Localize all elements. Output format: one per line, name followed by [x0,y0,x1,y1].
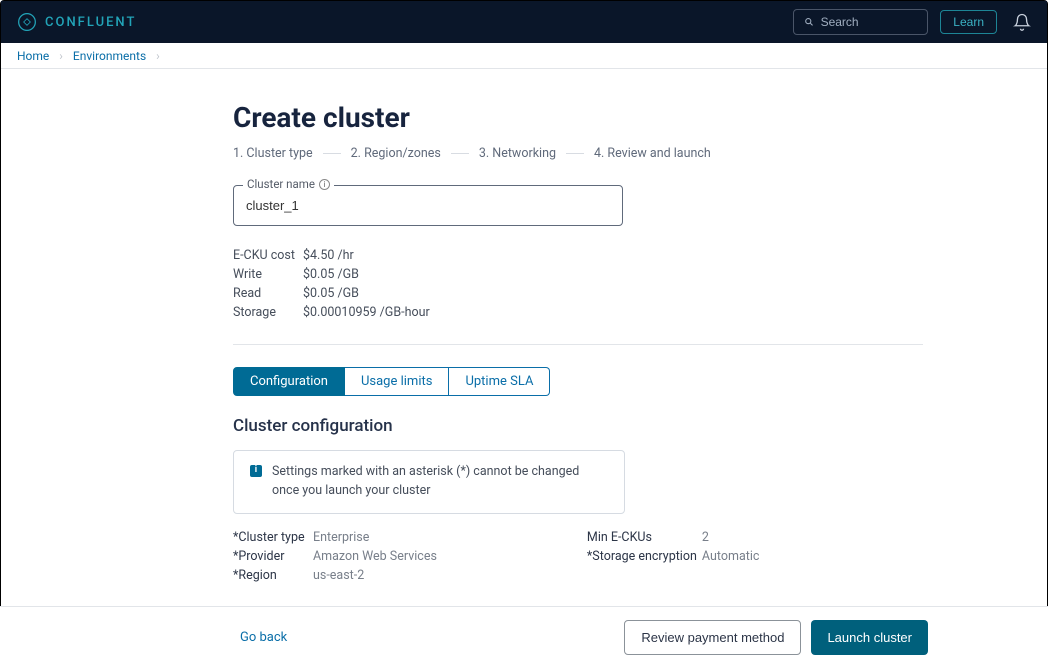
notifications-icon[interactable] [1013,13,1031,31]
search-input[interactable] [821,15,918,29]
config-provider-key: *Provider [233,549,313,564]
step-region-zones: 2. Region/zones [351,146,441,161]
footer-bar: Go back Review payment method Launch clu… [0,606,1048,668]
confluent-logo-icon [17,12,37,32]
config-grid: *Cluster type Enterprise *Provider Amazo… [233,530,933,587]
page-title: Create cluster [233,101,933,134]
config-cluster-type-val: Enterprise [313,530,369,545]
go-back-link[interactable]: Go back [240,630,287,645]
cluster-name-field: Cluster name i [233,185,623,226]
config-tabs: Configuration Usage limits Uptime SLA [233,367,933,396]
step-networking: 3. Networking [479,146,556,161]
step-separator [566,153,584,154]
info-banner: i Settings marked with an asterisk (*) c… [233,450,625,514]
config-cluster-type-key: *Cluster type [233,530,313,545]
cost-storage-label: Storage [233,305,303,320]
brand-name: CONFLUENT [45,15,136,30]
breadcrumb-home[interactable]: Home [17,49,49,63]
cost-read-label: Read [233,286,303,301]
step-cluster-type: 1. Cluster type [233,146,313,161]
tab-usage-limits[interactable]: Usage limits [345,367,449,396]
config-region-key: *Region [233,568,313,583]
search-box[interactable] [793,9,928,35]
launch-cluster-button[interactable]: Launch cluster [811,620,928,655]
info-icon: i [250,465,262,477]
config-min-eckus-val: 2 [702,530,709,545]
info-icon[interactable]: i [319,179,330,190]
brand-logo[interactable]: CONFLUENT [17,12,136,32]
breadcrumb-environments[interactable]: Environments [73,49,146,63]
chevron-right-icon: › [59,49,63,63]
chevron-right-icon: › [156,49,160,63]
info-banner-text: Settings marked with an asterisk (*) can… [272,463,608,501]
config-min-eckus-key: Min E-CKUs [587,530,702,545]
review-payment-button[interactable]: Review payment method [624,620,801,655]
cost-ecku-value: $4.50 /hr [303,248,354,263]
divider [233,344,923,345]
learn-button[interactable]: Learn [940,10,997,34]
tab-configuration[interactable]: Configuration [233,367,345,396]
tab-uptime-sla[interactable]: Uptime SLA [449,367,550,396]
cluster-name-input[interactable] [233,185,623,226]
config-storage-enc-val: Automatic [702,549,760,564]
cost-ecku-label: E-CKU cost [233,248,303,263]
cost-write-value: $0.05 /GB [303,267,359,282]
top-navigation: CONFLUENT Learn [1,1,1047,43]
wizard-steps: 1. Cluster type 2. Region/zones 3. Netwo… [233,146,933,161]
config-section-title: Cluster configuration [233,416,933,436]
config-region-val: us-east-2 [313,568,364,583]
cost-table: E-CKU cost $4.50 /hr Write $0.05 /GB Rea… [233,248,933,320]
step-separator [323,153,341,154]
search-icon [804,16,814,28]
main-content: Create cluster 1. Cluster type 2. Region… [1,69,1047,607]
cluster-name-label: Cluster name [247,177,315,191]
step-review-launch: 4. Review and launch [594,146,711,161]
config-provider-val: Amazon Web Services [313,549,437,564]
cost-read-value: $0.05 /GB [303,286,359,301]
step-separator [451,153,469,154]
config-storage-enc-key: *Storage encryption [587,549,702,564]
cost-write-label: Write [233,267,303,282]
cost-storage-value: $0.00010959 /GB-hour [303,305,430,320]
breadcrumb: Home › Environments › [1,43,1047,69]
